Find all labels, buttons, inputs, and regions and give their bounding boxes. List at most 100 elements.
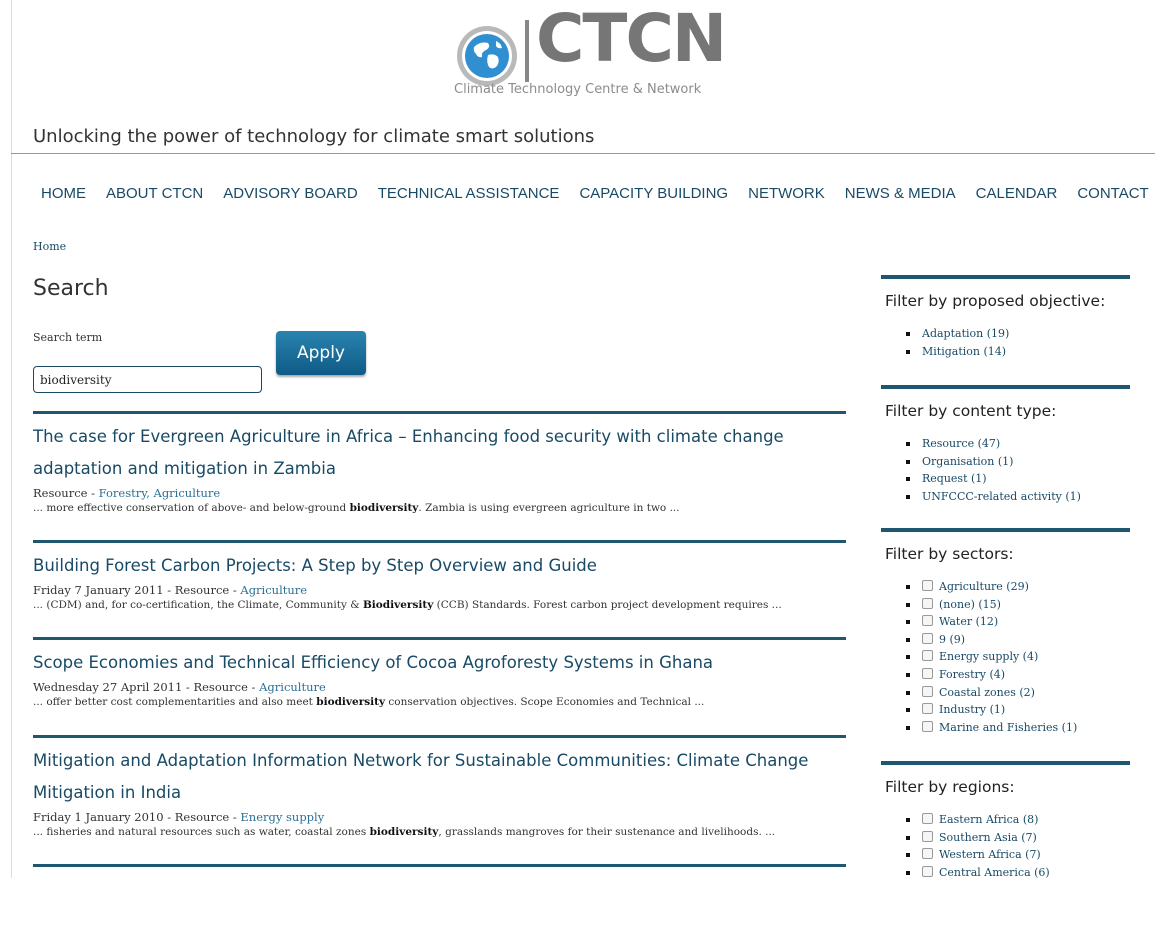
result-title[interactable]: Building Forest Carbon Projects: A Step … [33, 550, 846, 582]
result-meta-text: Friday 7 January 2011 - Resource - [33, 583, 241, 597]
result-meta-text: Resource - [33, 486, 99, 500]
nav-contact[interactable]: CONTACT [1077, 185, 1148, 202]
result-meta-text: Wednesday 27 April 2011 - Resource - [33, 680, 260, 694]
result-snippet: ... more effective conservation of above… [33, 501, 846, 516]
snippet-highlight: biodiversity [349, 502, 419, 514]
facet-list: Adaptation (19) Mitigation (14) [905, 325, 1130, 360]
filter-block-objective: Filter by proposed objective: Adaptation… [881, 275, 1130, 385]
result-item: Mitigation and Adaptation Information Ne… [33, 735, 846, 864]
main-nav: HOME ABOUT CTCN ADVISORY BOARD TECHNICAL… [41, 185, 1149, 202]
result-item: Building Forest Carbon Projects: A Step … [33, 540, 846, 637]
facet-link[interactable]: Adaptation (19) [922, 327, 1009, 340]
nav-network[interactable]: NETWORK [748, 185, 825, 202]
facet-label[interactable]: 9 (9) [939, 633, 965, 646]
header-divider [11, 153, 1155, 154]
facet-item[interactable]: Western Africa (7) [905, 846, 1130, 864]
facet-item[interactable]: Resource (47) [905, 435, 1130, 453]
facet-label[interactable]: Central America (6) [939, 866, 1050, 878]
facet-item[interactable]: Industry (1) [905, 701, 1130, 719]
facet-label[interactable]: Western Africa (7) [939, 848, 1041, 861]
facet-label[interactable]: Eastern Africa (8) [939, 813, 1038, 826]
checkbox[interactable] [922, 813, 933, 824]
result-title[interactable]: The case for Evergreen Agriculture in Af… [33, 421, 846, 485]
facet-item[interactable]: Request (1) [905, 470, 1130, 488]
checkbox[interactable] [922, 830, 933, 842]
apply-button[interactable]: Apply [276, 331, 366, 375]
result-meta: Friday 7 January 2011 - Resource - Agric… [33, 582, 846, 598]
result-tags[interactable]: Forestry, Agriculture [99, 486, 221, 500]
result-meta: Friday 1 January 2010 - Resource - Energ… [33, 809, 846, 825]
result-title[interactable]: Mitigation and Adaptation Information Ne… [33, 745, 846, 809]
search-input[interactable] [33, 366, 262, 393]
facet-item[interactable]: Forestry (4) [905, 666, 1130, 684]
facet-label[interactable]: (none) (15) [939, 598, 1001, 611]
ctcn-logo[interactable]: CTCN Climate Technology Centre & Network [454, 6, 744, 102]
checkbox[interactable] [922, 685, 933, 697]
result-snippet: ... (CDM) and, for co-certification, the… [33, 598, 846, 613]
breadcrumb-home[interactable]: Home [33, 240, 66, 253]
checkbox[interactable] [922, 650, 933, 662]
nav-advisory-board[interactable]: ADVISORY BOARD [223, 185, 358, 202]
snippet-highlight: Biodiversity [362, 599, 434, 611]
facet-item[interactable]: Organisation (1) [905, 453, 1130, 471]
logo-divider [525, 20, 529, 82]
nav-calendar[interactable]: CALENDAR [976, 185, 1058, 202]
facet-label[interactable]: Agriculture (29) [939, 580, 1029, 593]
checkbox[interactable] [922, 865, 933, 877]
result-tags[interactable]: Energy supply [240, 810, 324, 824]
facet-item[interactable]: Energy supply (4) [905, 648, 1130, 666]
facet-link[interactable]: UNFCCC-related activity (1) [922, 490, 1081, 503]
checkbox[interactable] [922, 667, 933, 679]
facet-item[interactable]: Marine and Fisheries (1) [905, 719, 1130, 737]
facet-item[interactable]: Coastal zones (2) [905, 684, 1130, 702]
facet-list: Resource (47) Organisation (1) Request (… [905, 435, 1130, 505]
checkbox[interactable] [922, 848, 933, 860]
result-tags[interactable]: Agriculture [240, 583, 307, 597]
facet-link[interactable]: Request (1) [922, 472, 987, 485]
facet-item[interactable]: Water (12) [905, 613, 1130, 631]
checkbox[interactable] [922, 615, 933, 627]
facet-label[interactable]: Industry (1) [939, 703, 1005, 716]
filter-sidebar: Filter by proposed objective: Adaptation… [881, 275, 1130, 878]
result-item [33, 864, 846, 878]
facet-label[interactable]: Southern Asia (7) [939, 831, 1037, 844]
nav-capacity-building[interactable]: CAPACITY BUILDING [579, 185, 728, 202]
facet-link[interactable]: Mitigation (14) [922, 345, 1006, 358]
facet-label[interactable]: Water (12) [939, 615, 998, 628]
result-item: Scope Economies and Technical Efficiency… [33, 637, 846, 735]
result-snippet: ... offer better cost complementarities … [33, 695, 846, 710]
facet-item[interactable]: UNFCCC-related activity (1) [905, 488, 1130, 506]
nav-technical-assistance[interactable]: TECHNICAL ASSISTANCE [378, 185, 560, 202]
left-border [11, 0, 12, 878]
checkbox[interactable] [922, 580, 933, 591]
nav-about-ctcn[interactable]: ABOUT CTCN [106, 185, 203, 202]
facet-item[interactable]: Mitigation (14) [905, 343, 1130, 361]
result-tags[interactable]: Agriculture [259, 680, 326, 694]
snippet-before: ... fisheries and natural resources such… [33, 826, 370, 838]
facet-item[interactable]: (none) (15) [905, 596, 1130, 614]
search-term-label: Search term [33, 331, 103, 344]
facet-label[interactable]: Coastal zones (2) [939, 686, 1035, 699]
facet-item[interactable]: Eastern Africa (8) [905, 811, 1130, 829]
facet-label[interactable]: Forestry (4) [939, 668, 1005, 681]
facet-label[interactable]: Energy supply (4) [939, 650, 1038, 663]
nav-home[interactable]: HOME [41, 185, 86, 202]
checkbox[interactable] [922, 597, 933, 609]
facet-item[interactable]: Southern Asia (7) [905, 829, 1130, 847]
facet-item[interactable]: 9 (9) [905, 631, 1130, 649]
checkbox[interactable] [922, 720, 933, 732]
snippet-before: ... (CDM) and, for co-certification, the… [33, 599, 363, 611]
snippet-after: (CCB) Standards. Forest carbon project d… [433, 599, 782, 611]
nav-news-media[interactable]: NEWS & MEDIA [845, 185, 956, 202]
facet-list: Agriculture (29) (none) (15) Water (12) … [905, 578, 1130, 736]
page-title: Search [33, 276, 109, 301]
facet-item[interactable]: Agriculture (29) [905, 578, 1130, 596]
checkbox[interactable] [922, 703, 933, 715]
facet-item[interactable]: Central America (6) [905, 864, 1130, 878]
facet-link[interactable]: Resource (47) [922, 437, 1000, 450]
facet-link[interactable]: Organisation (1) [922, 455, 1013, 468]
facet-item[interactable]: Adaptation (19) [905, 325, 1130, 343]
result-title[interactable]: Scope Economies and Technical Efficiency… [33, 647, 846, 679]
checkbox[interactable] [922, 632, 933, 644]
facet-label[interactable]: Marine and Fisheries (1) [939, 721, 1077, 734]
